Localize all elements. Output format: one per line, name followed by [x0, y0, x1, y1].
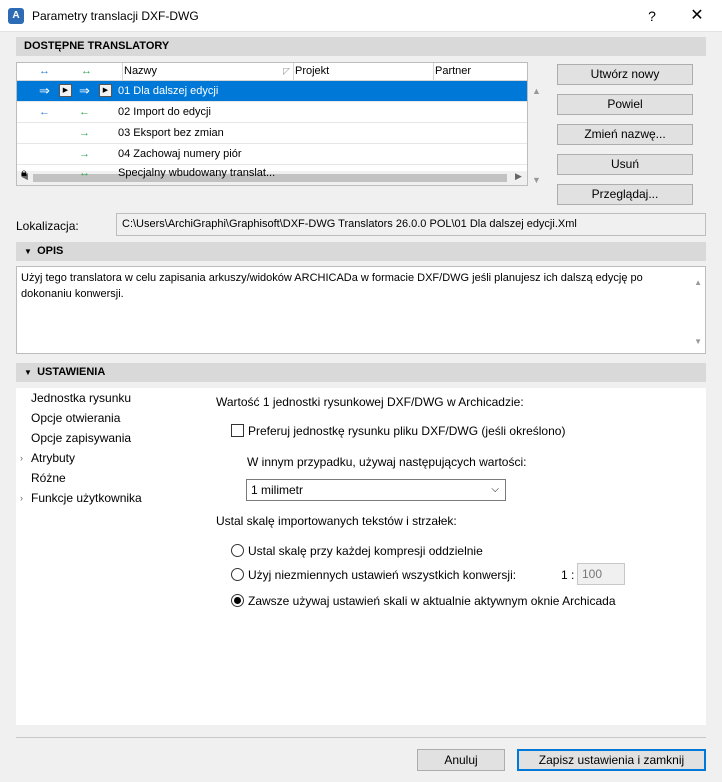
column-header-project[interactable]: Projekt: [295, 65, 329, 77]
chevron-down-icon: ⌵: [491, 484, 499, 495]
lock-icon: 🔒︎: [21, 167, 27, 179]
duplicate-button[interactable]: Powiel: [557, 94, 693, 115]
window-title: Parametry translacji DXF-DWG: [32, 9, 199, 23]
translators-section-header[interactable]: DOSTĘPNE TRANSLATORY: [16, 37, 706, 56]
section-label: USTAWIENIA: [37, 366, 106, 378]
section-label: DOSTĘPNE TRANSLATORY: [24, 40, 170, 52]
play-icon[interactable]: ▶: [59, 84, 72, 97]
table-row[interactable]: → 03 Eksport bez zmian: [17, 123, 527, 144]
radio-scale-each[interactable]: [231, 544, 244, 557]
unit-select[interactable]: 1 milimetr ⌵: [246, 479, 506, 501]
title-bar: A Parametry translacji DXF-DWG ? ✕: [0, 0, 722, 32]
help-button[interactable]: ?: [642, 6, 662, 26]
radio-scale-fixed[interactable]: [231, 568, 244, 581]
nav-item-save-options[interactable]: Opcje zapisywania: [16, 428, 206, 448]
translator-name: 02 Import do edycji: [118, 106, 211, 118]
bidirectional-arrow-icon: ↔: [79, 167, 90, 179]
rename-button[interactable]: Zmień nazwę...: [557, 124, 693, 145]
archicad-app-icon: A: [8, 8, 24, 24]
scroll-down-icon[interactable]: ▼: [532, 175, 541, 185]
radio-scale-active[interactable]: [231, 594, 244, 607]
translator-name: 04 Zachowaj numery piór: [118, 148, 242, 160]
otherwise-label: W innym przypadku, używaj następujących …: [247, 455, 527, 469]
table-row[interactable]: ⇒ ▶ ⇒ ▶ 01 Dla dalszej edycji: [17, 81, 527, 102]
table-row[interactable]: 🔒︎ ↔ Specjalny wbudowany translat...: [17, 165, 527, 185]
column-header-name[interactable]: Nazwy: [124, 65, 157, 77]
translator-name: Specjalny wbudowany translat...: [118, 167, 276, 179]
collapse-triangle-icon: ▼: [24, 247, 32, 256]
play-icon[interactable]: ▶: [99, 84, 112, 97]
radio-scale-each-label[interactable]: Ustal skalę przy każdej kompresji oddzie…: [248, 544, 483, 558]
ratio-prefix: 1 :: [561, 568, 575, 582]
scroll-up-icon[interactable]: ▲: [532, 86, 541, 96]
export-arrow-icon: →: [79, 127, 90, 139]
import-arrow-icon: ←: [79, 106, 90, 118]
settings-nav-tree: Jednostka rysunku Opcje otwierania Opcje…: [16, 388, 206, 725]
scale-heading: Ustal skalę importowanych tekstów i strz…: [216, 514, 457, 528]
cancel-button[interactable]: Anuluj: [417, 749, 505, 771]
open-arrow-icon: ⇒: [39, 83, 50, 98]
footer-divider: [16, 737, 706, 738]
chevron-right-icon[interactable]: ›: [20, 488, 23, 508]
nav-item-label: Różne: [31, 471, 66, 485]
translator-name: 03 Eksport bez zmian: [118, 127, 224, 139]
prefer-unit-checkbox[interactable]: [231, 424, 244, 437]
nav-item-open-options[interactable]: Opcje otwierania: [16, 408, 206, 428]
export-arrow-icon: →: [79, 148, 90, 160]
description-section-header[interactable]: ▼ OPIS: [16, 242, 706, 261]
radio-scale-fixed-label[interactable]: Użyj niezmiennych ustawień wszystkich ko…: [248, 568, 516, 582]
nav-item-label: Opcje otwierania: [31, 411, 121, 425]
column-header-partner[interactable]: Partner: [435, 65, 471, 77]
radio-scale-active-label[interactable]: Zawsze używaj ustawień skali w aktualnie…: [248, 594, 616, 608]
nav-item-user-functions[interactable]: › Funkcje użytkownika: [16, 488, 206, 508]
location-path-field: C:\Users\ArchiGraphi\Graphisoft\DXF-DWG …: [116, 213, 706, 236]
section-label: OPIS: [37, 245, 64, 257]
settings-section-header[interactable]: ▼ USTAWIENIA: [16, 363, 706, 382]
scroll-up-icon[interactable]: ▲: [694, 275, 702, 291]
location-label: Lokalizacja:: [16, 219, 79, 233]
table-row[interactable]: → 04 Zachowaj numery piór: [17, 144, 527, 165]
create-new-button[interactable]: Utwórz nowy: [557, 64, 693, 85]
browse-button[interactable]: Przeglądaj...: [557, 184, 693, 205]
delete-button[interactable]: Usuń: [557, 154, 693, 175]
nav-item-attributes[interactable]: › Atrybuty: [16, 448, 206, 468]
list-header: ↔ ↔ Nazwy ◸ Projekt Partner: [17, 63, 527, 81]
import-arrow-icon: ←: [39, 106, 50, 118]
description-text: Użyj tego translatora w celu zapisania a…: [21, 272, 643, 300]
save-and-close-button[interactable]: Zapisz ustawienia i zamknij: [517, 749, 706, 771]
sort-icon: ◸: [283, 66, 290, 76]
chevron-right-icon[interactable]: ›: [20, 448, 23, 468]
table-row[interactable]: ← ← 02 Import do edycji: [17, 102, 527, 123]
close-button[interactable]: ✕: [684, 5, 710, 27]
nav-item-label: Funkcje użytkownika: [31, 491, 142, 505]
nav-item-label: Atrybuty: [31, 451, 76, 465]
nav-item-label: Opcje zapisywania: [31, 431, 132, 445]
description-textarea[interactable]: Użyj tego translatora w celu zapisania a…: [16, 266, 706, 354]
scale-ratio-input[interactable]: 100: [577, 563, 625, 585]
unit-heading: Wartość 1 jednostki rysunkowej DXF/DWG w…: [216, 395, 524, 409]
scroll-down-icon[interactable]: ▼: [694, 334, 702, 350]
save-arrow-icon: ⇒: [79, 83, 90, 98]
nav-item-drawing-unit[interactable]: Jednostka rysunku: [16, 388, 206, 408]
nav-item-misc[interactable]: Różne: [16, 468, 206, 488]
prefer-unit-label[interactable]: Preferuj jednostkę rysunku pliku DXF/DWG…: [248, 424, 565, 438]
nav-item-label: Jednostka rysunku: [31, 391, 132, 405]
unit-select-value: 1 milimetr: [251, 483, 304, 497]
save-column-header-icon: ↔: [81, 65, 92, 77]
open-column-header-icon: ↔: [39, 65, 50, 77]
collapse-triangle-icon: ▼: [24, 368, 32, 377]
translator-name: 01 Dla dalszej edycji: [118, 85, 219, 97]
